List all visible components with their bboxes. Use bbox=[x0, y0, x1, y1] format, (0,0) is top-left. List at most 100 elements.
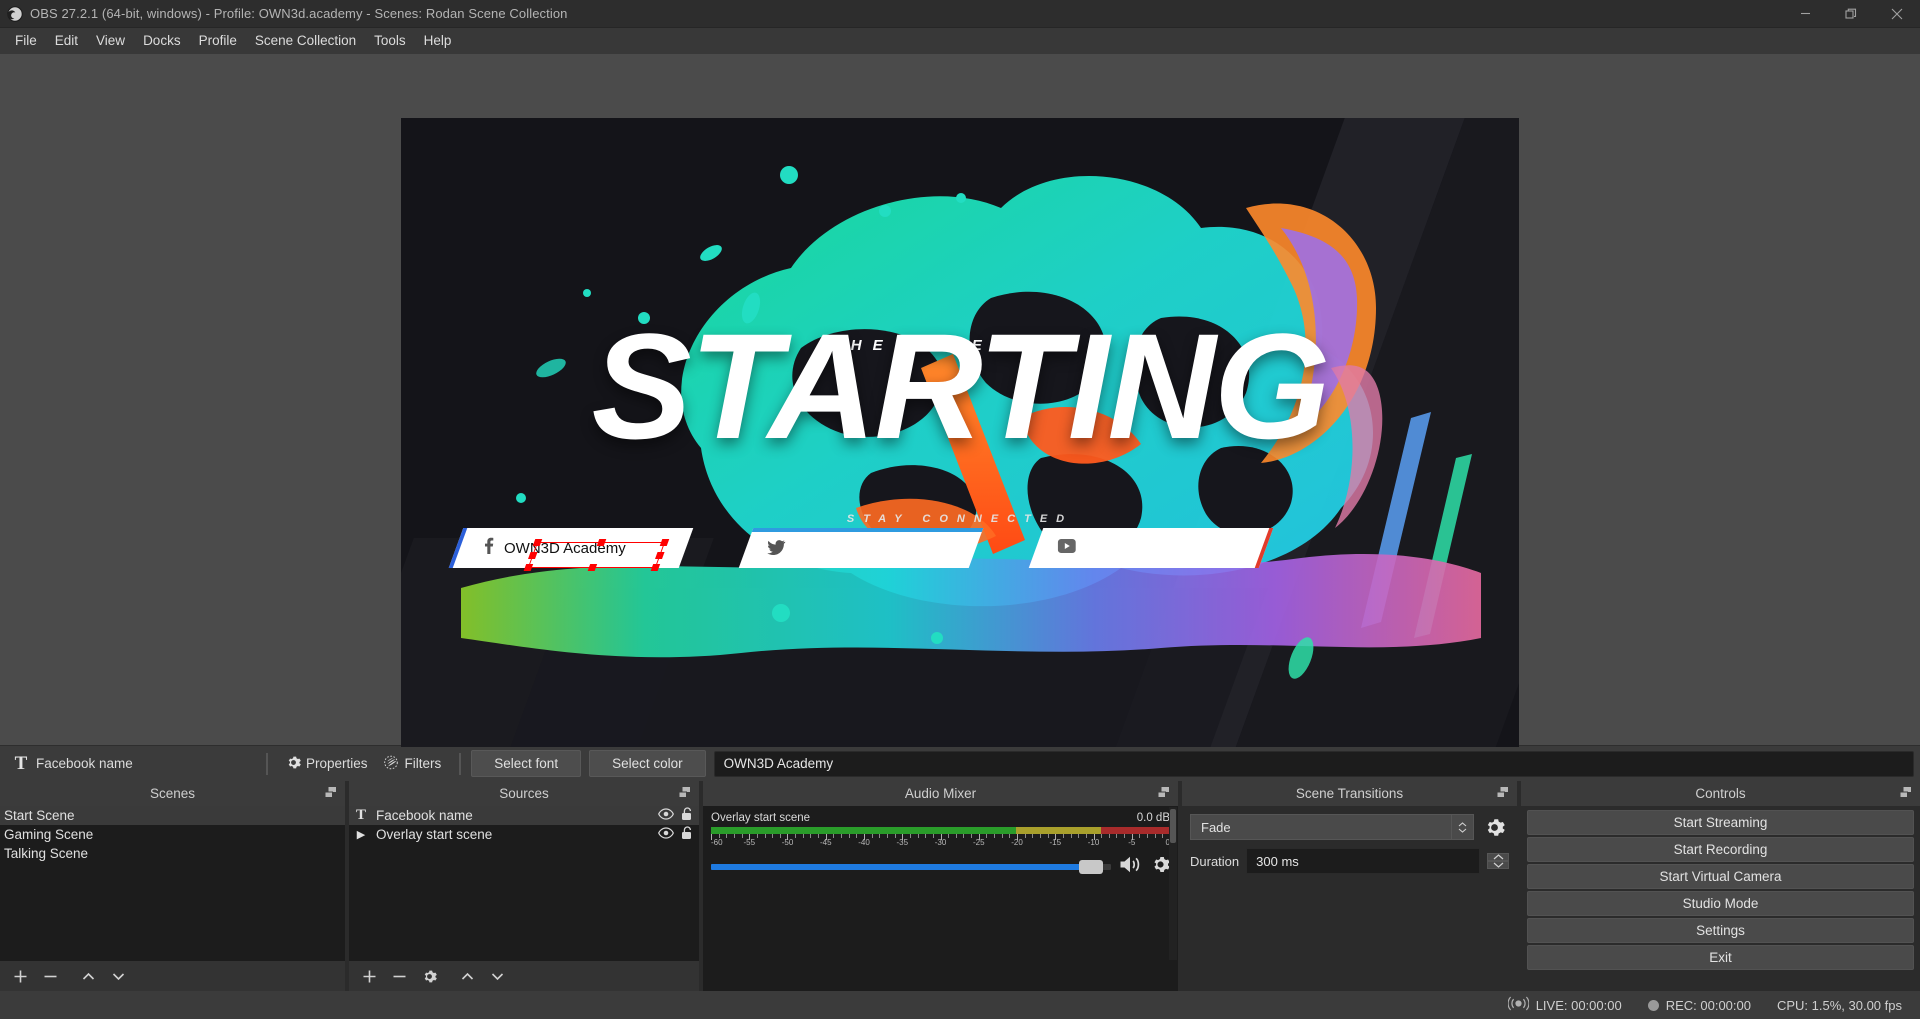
meter-tick bbox=[932, 834, 934, 838]
audio-mixer-body: Overlay start scene 0.0 dB -60 -55 -50 -45 -… bbox=[703, 806, 1178, 961]
menu-file[interactable]: File bbox=[6, 30, 46, 52]
meter-tick bbox=[726, 834, 728, 838]
lock-open-icon[interactable] bbox=[681, 807, 693, 824]
audio-mixer-dock: Audio Mixer Overlay start scene 0.0 dB -… bbox=[703, 781, 1178, 991]
move-source-down-button[interactable] bbox=[483, 963, 511, 989]
add-source-button[interactable] bbox=[355, 963, 383, 989]
properties-button[interactable]: Properties bbox=[278, 751, 376, 777]
resize-handle-tl[interactable] bbox=[532, 539, 543, 546]
audio-channel-db: 0.0 dB bbox=[1136, 812, 1170, 824]
volume-slider[interactable] bbox=[711, 860, 1111, 874]
scene-transitions-body: Fade Duration 300 ms bbox=[1182, 806, 1517, 961]
undock-icon[interactable] bbox=[1899, 786, 1912, 802]
meter-tick bbox=[1009, 834, 1011, 838]
meter-tick bbox=[1070, 834, 1072, 838]
menu-scene-collection[interactable]: Scene Collection bbox=[246, 30, 365, 52]
meter-tick bbox=[1062, 834, 1064, 838]
source-properties-button[interactable] bbox=[415, 963, 443, 989]
resize-handle-tc[interactable] bbox=[596, 539, 606, 546]
close-icon[interactable] bbox=[1874, 0, 1920, 28]
minimize-icon[interactable] bbox=[1782, 0, 1828, 28]
move-source-up-button[interactable] bbox=[453, 963, 481, 989]
exit-button[interactable]: Exit bbox=[1527, 945, 1914, 970]
menu-help[interactable]: Help bbox=[415, 30, 461, 52]
meter-tick bbox=[886, 834, 888, 838]
move-scene-up-button[interactable] bbox=[74, 963, 102, 989]
meter-tick bbox=[1039, 834, 1041, 838]
select-font-button[interactable]: Select font bbox=[471, 750, 582, 777]
eye-icon[interactable] bbox=[658, 808, 674, 823]
duration-spinner[interactable] bbox=[1487, 853, 1509, 869]
meter-tick bbox=[1101, 834, 1103, 838]
move-scene-down-button[interactable] bbox=[104, 963, 132, 989]
remove-source-button[interactable] bbox=[385, 963, 413, 989]
lock-open-icon[interactable] bbox=[681, 826, 693, 843]
meter-tick bbox=[818, 834, 820, 838]
cpu-label: CPU: 1.5%, 30.00 fps bbox=[1776, 997, 1902, 1013]
restore-icon[interactable] bbox=[1828, 0, 1874, 28]
audio-mixer-scrollbar[interactable] bbox=[1169, 807, 1177, 960]
scene-list-item[interactable]: Talking Scene bbox=[0, 844, 345, 863]
toolbar-divider bbox=[266, 752, 268, 775]
speaker-icon[interactable] bbox=[1119, 855, 1143, 879]
filters-button[interactable]: Filters bbox=[376, 751, 450, 777]
resize-handle-bl[interactable] bbox=[523, 564, 534, 571]
transition-select[interactable]: Fade bbox=[1190, 814, 1452, 840]
source-selection-box[interactable] bbox=[523, 539, 670, 571]
meter-tick bbox=[1162, 834, 1164, 838]
menu-edit[interactable]: Edit bbox=[46, 30, 87, 52]
start-virtual-camera-button[interactable]: Start Virtual Camera bbox=[1527, 864, 1914, 889]
volume-slider-handle[interactable] bbox=[1079, 860, 1103, 874]
meter-tick bbox=[1032, 834, 1034, 838]
sources-list[interactable]: T Facebook name ▶ Overlay start scene bbox=[349, 806, 699, 961]
menu-view[interactable]: View bbox=[87, 30, 134, 52]
duration-decrement-button[interactable] bbox=[1487, 861, 1509, 869]
audio-settings-gear-icon[interactable] bbox=[1151, 855, 1170, 879]
scene-list-item[interactable]: Gaming Scene bbox=[0, 825, 345, 844]
social-bar-twitter[interactable] bbox=[738, 528, 984, 568]
meter-green-segment bbox=[711, 827, 1017, 834]
social-bar-youtube[interactable] bbox=[1028, 528, 1274, 568]
scene-transitions-title-label: Scene Transitions bbox=[1295, 786, 1404, 801]
transition-properties-gear-icon[interactable] bbox=[1479, 814, 1509, 840]
undock-icon[interactable] bbox=[324, 786, 337, 802]
remove-scene-button[interactable] bbox=[36, 963, 64, 989]
scenes-list[interactable]: Start Scene Gaming Scene Talking Scene bbox=[0, 806, 345, 961]
source-text-input[interactable]: OWN3D Academy bbox=[713, 750, 1914, 777]
add-scene-button[interactable] bbox=[6, 963, 34, 989]
meter-tick bbox=[955, 834, 957, 838]
resize-handle-bc[interactable] bbox=[587, 564, 597, 571]
menu-profile[interactable]: Profile bbox=[190, 30, 246, 52]
settings-button[interactable]: Settings bbox=[1527, 918, 1914, 943]
preview-area[interactable]: THE STREAM IS STARTING STAY CONNECTED OW… bbox=[0, 54, 1920, 747]
resize-handle-ml[interactable] bbox=[528, 551, 538, 559]
duration-increment-button[interactable] bbox=[1487, 853, 1509, 861]
undock-icon[interactable] bbox=[1157, 786, 1170, 802]
source-list-item[interactable]: T Facebook name bbox=[349, 806, 699, 825]
meter-tick bbox=[925, 834, 927, 838]
menu-tools[interactable]: Tools bbox=[365, 30, 415, 52]
meter-tick-label: -60 bbox=[711, 838, 723, 847]
start-streaming-button[interactable]: Start Streaming bbox=[1527, 810, 1914, 835]
preview-canvas[interactable]: THE STREAM IS STARTING STAY CONNECTED OW… bbox=[401, 118, 1519, 747]
scene-list-item[interactable]: Start Scene bbox=[0, 806, 345, 825]
studio-mode-button[interactable]: Studio Mode bbox=[1527, 891, 1914, 916]
meter-tick bbox=[948, 834, 950, 838]
meter-tick bbox=[841, 834, 843, 838]
source-list-item[interactable]: ▶ Overlay start scene bbox=[349, 825, 699, 844]
undock-icon[interactable] bbox=[678, 786, 691, 802]
start-recording-button[interactable]: Start Recording bbox=[1527, 837, 1914, 862]
controls-dock: Controls Start Streaming Start Recording… bbox=[1521, 781, 1920, 991]
scrollbar-thumb[interactable] bbox=[1170, 809, 1176, 843]
duration-input[interactable]: 300 ms bbox=[1246, 848, 1480, 874]
source-item-label: Overlay start scene bbox=[376, 827, 493, 842]
select-color-button[interactable]: Select color bbox=[589, 750, 706, 777]
undock-icon[interactable] bbox=[1496, 786, 1509, 802]
audio-mixer-footer bbox=[703, 961, 1178, 991]
eye-icon[interactable] bbox=[658, 827, 674, 842]
transition-spinner[interactable] bbox=[1452, 814, 1474, 840]
social-bar-facebook[interactable]: OWN3D Academy bbox=[448, 528, 694, 571]
resize-handle-br[interactable] bbox=[650, 564, 661, 571]
menu-docks[interactable]: Docks bbox=[134, 30, 190, 52]
rec-label: REC: 00:00:00 bbox=[1665, 997, 1751, 1013]
